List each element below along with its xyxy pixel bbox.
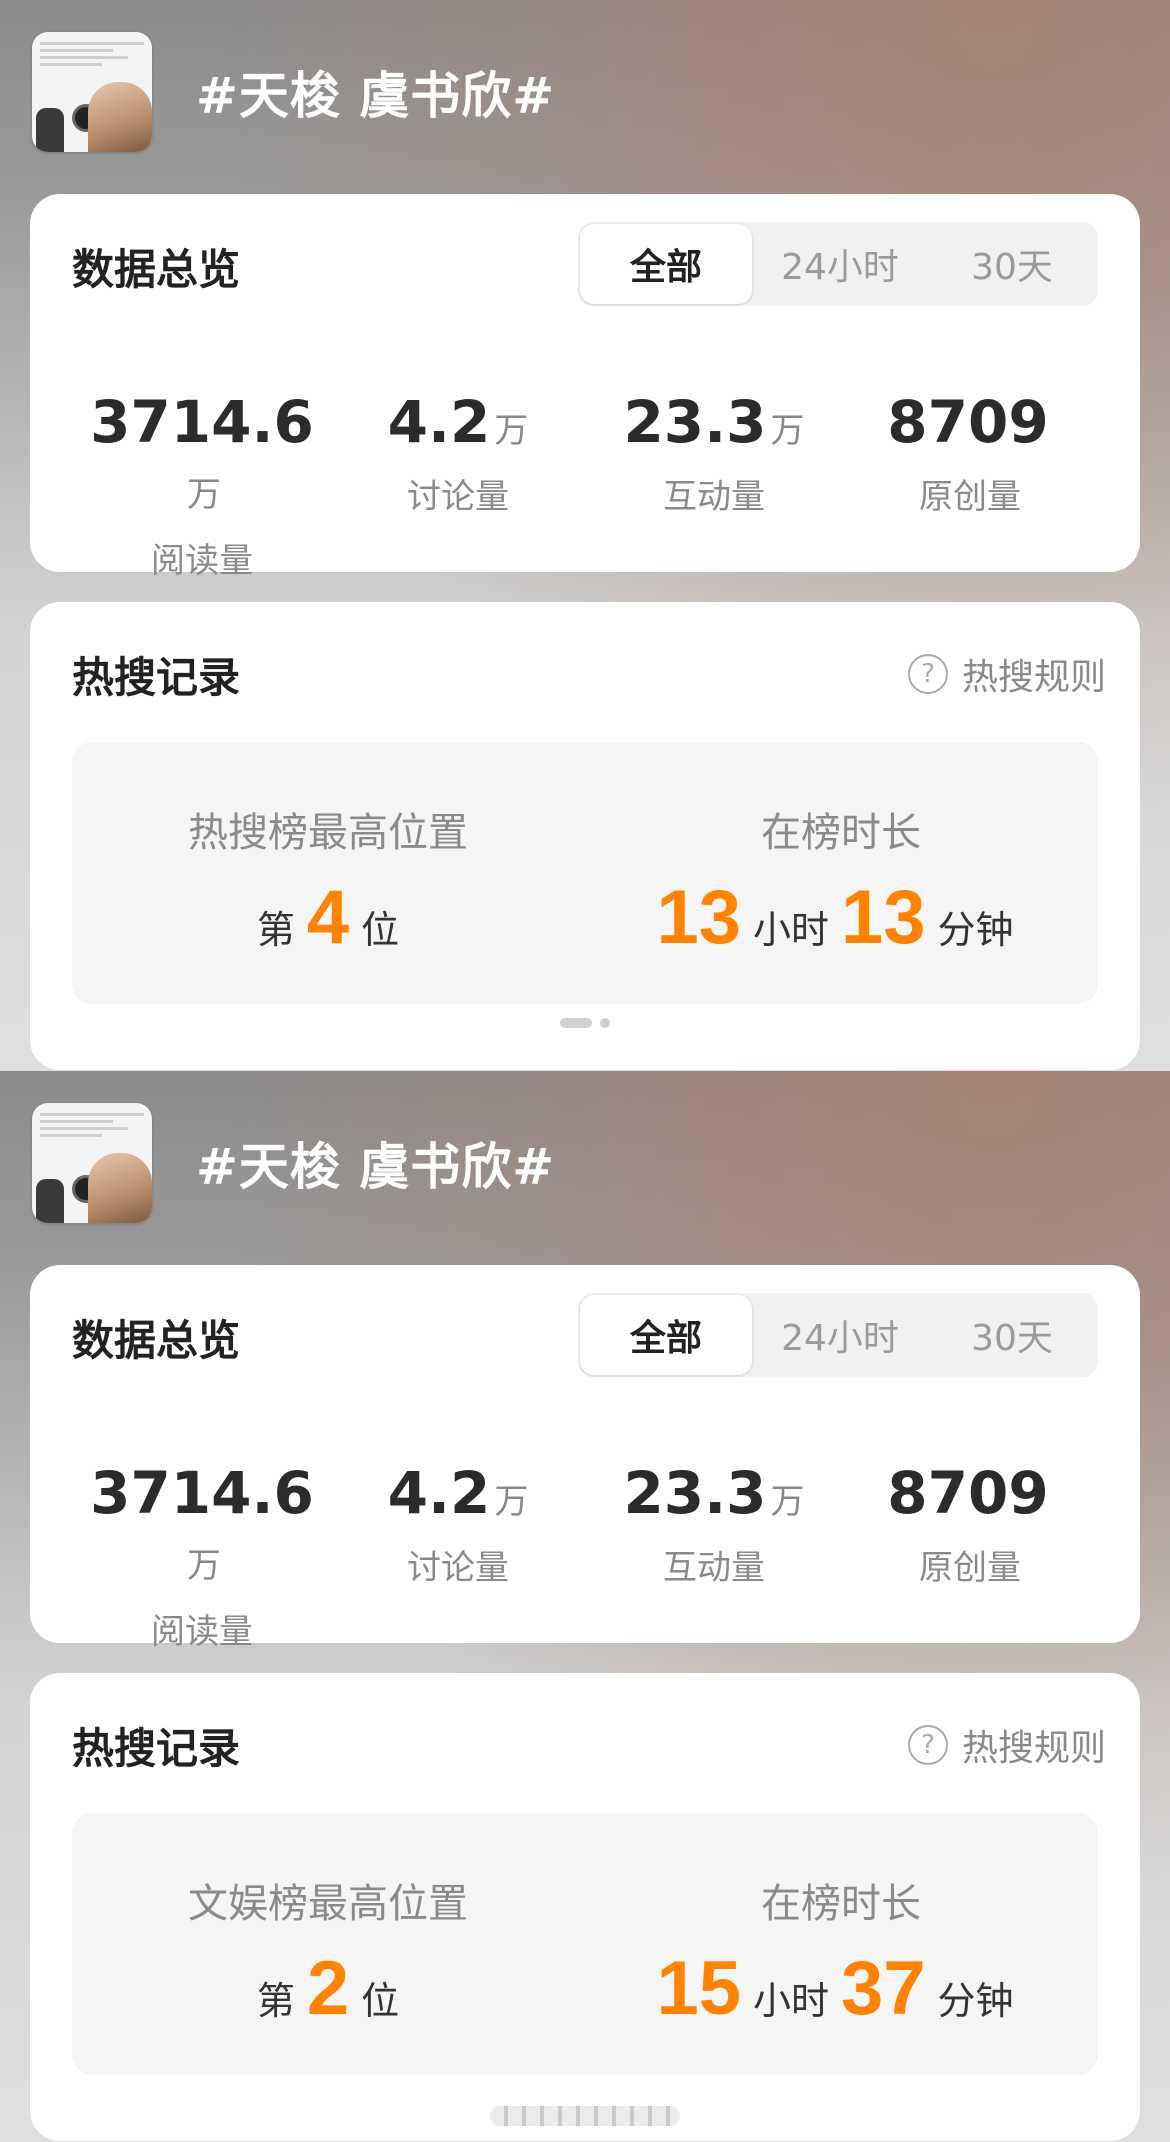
page-dot-active — [560, 1018, 592, 1028]
topic-thumbnail[interactable] — [32, 1103, 152, 1223]
rank-caption: 文娱榜最高位置 — [188, 1881, 468, 1927]
stat-label: 讨论量 — [407, 1548, 509, 1588]
duration-caption: 在榜时长 — [761, 1881, 921, 1927]
rank-column: 热搜榜最高位置 第 4 位 — [72, 742, 584, 958]
question-icon: ? — [907, 654, 948, 694]
hours-value: 15 — [656, 1946, 741, 2031]
tab-24h[interactable]: 24小时 — [754, 222, 926, 306]
tab-30d[interactable]: 30天 — [926, 222, 1098, 306]
stat-interactions: 23.3 万 互动量 — [586, 1461, 842, 1653]
overview-title: 数据总览 — [72, 245, 241, 294]
question-icon: ? — [907, 1725, 948, 1765]
hot-search-title: 热搜记录 — [72, 653, 241, 702]
rank-suffix: 位 — [361, 1979, 400, 2023]
stat-label: 阅读量 — [151, 541, 253, 581]
hours-unit: 小时 — [752, 908, 829, 952]
stats-row: 3714.6万 阅读量 4.2 万 讨论量 23.3 万 互动量 8709 原创量 — [30, 1461, 1140, 1653]
rank-value: 4 — [306, 875, 350, 960]
tab-all[interactable]: 全部 — [580, 224, 752, 304]
rank-value: 2 — [306, 1946, 350, 2031]
stat-reads: 3714.6 万 阅读量 — [74, 390, 330, 582]
topic-title: #天梭 虞书欣# — [196, 1138, 556, 1196]
stat-value: 23.3 — [623, 388, 767, 456]
minutes-value: 13 — [841, 875, 926, 960]
duration-column: 在榜时长 15 小时 37 分钟 — [584, 1813, 1098, 2029]
stat-label: 原创量 — [919, 1548, 1021, 1588]
rank-column: 文娱榜最高位置 第 2 位 — [72, 1813, 584, 2029]
overview-title: 数据总览 — [72, 1316, 241, 1365]
thumbnail-figure — [36, 108, 64, 152]
stat-unit: 万 — [494, 411, 529, 451]
minutes-unit: 分钟 — [937, 908, 1014, 952]
stat-value: 8709 — [887, 388, 1049, 456]
stat-value: 8709 — [887, 1459, 1049, 1527]
rank-caption: 热搜榜最高位置 — [188, 810, 468, 856]
time-range-tabs: 全部 24小时 30天 — [578, 222, 1098, 306]
thumbnail-document — [40, 1109, 144, 1149]
hot-search-box: 文娱榜最高位置 第 2 位 在榜时长 15 小时 37 分钟 — [72, 1813, 1098, 2075]
duration-column: 在榜时长 13 小时 13 分钟 — [584, 742, 1098, 958]
rank-suffix: 位 — [361, 908, 400, 952]
stat-label: 阅读量 — [151, 1612, 253, 1652]
stat-value: 3714.6 — [90, 388, 314, 456]
hours-unit: 小时 — [752, 1979, 829, 2023]
hot-search-card: 热搜记录 ? 热搜规则 热搜榜最高位置 第 4 位 在榜时长 13 小时 13 — [30, 602, 1140, 1070]
hot-search-title: 热搜记录 — [72, 1724, 241, 1773]
stat-unit: 万 — [187, 475, 221, 515]
stat-reads: 3714.6 万 阅读量 — [74, 1461, 330, 1653]
minutes-value: 37 — [841, 1946, 926, 2031]
tab-30d[interactable]: 30天 — [926, 1293, 1098, 1377]
stat-label: 互动量 — [663, 477, 765, 517]
page-dot — [600, 1018, 610, 1028]
hot-search-rules-link[interactable]: ? 热搜规则 — [907, 1719, 1106, 1771]
topic-thumbnail[interactable] — [32, 32, 152, 152]
stat-unit: 万 — [187, 1546, 221, 1586]
topic-panel-1: #天梭 虞书欣# 数据总览 全部 24小时 30天 3714.6 万 阅读量 4.… — [0, 0, 1170, 1071]
topic-panel-2: #天梭 虞书欣# 数据总览 全部 24小时 30天 3714.6 万 阅读量 4.… — [0, 1071, 1170, 2142]
minutes-unit: 分钟 — [937, 1979, 1014, 2023]
rules-label: 热搜规则 — [961, 657, 1106, 698]
stat-label: 讨论量 — [407, 477, 509, 517]
stat-value: 4.2 — [387, 1459, 491, 1527]
hours-value: 13 — [656, 875, 741, 960]
thumbnail-figure — [36, 1179, 64, 1223]
stat-value: 23.3 — [623, 1459, 767, 1527]
stat-unit: 万 — [494, 1482, 529, 1522]
topic-header: #天梭 虞书欣# — [32, 1103, 555, 1223]
thumbnail-person — [88, 1153, 152, 1223]
tab-all[interactable]: 全部 — [580, 1295, 752, 1375]
time-range-tabs: 全部 24小时 30天 — [578, 1293, 1098, 1377]
hot-search-rules-link[interactable]: ? 热搜规则 — [907, 648, 1106, 700]
rules-label: 热搜规则 — [961, 1728, 1106, 1769]
stat-value: 3714.6 — [90, 1459, 314, 1527]
stat-label: 原创量 — [919, 477, 1021, 517]
stat-originals: 8709 原创量 — [842, 390, 1098, 582]
thumbnail-person — [88, 82, 152, 152]
rank-prefix: 第 — [256, 908, 295, 952]
page-indicator — [30, 1018, 1140, 1028]
duration-caption: 在榜时长 — [761, 810, 921, 856]
home-indicator — [490, 2106, 680, 2126]
hot-search-box: 热搜榜最高位置 第 4 位 在榜时长 13 小时 13 分钟 — [72, 742, 1098, 1004]
stat-unit: 万 — [770, 1482, 805, 1522]
stat-label: 互动量 — [663, 1548, 765, 1588]
stat-value: 4.2 — [387, 388, 491, 456]
stat-discussions: 4.2 万 讨论量 — [330, 390, 586, 582]
tab-24h[interactable]: 24小时 — [754, 1293, 926, 1377]
stat-interactions: 23.3 万 互动量 — [586, 390, 842, 582]
rank-prefix: 第 — [256, 1979, 295, 2023]
topic-title: #天梭 虞书欣# — [196, 67, 556, 125]
stat-unit: 万 — [770, 411, 805, 451]
thumbnail-document — [40, 38, 144, 78]
data-overview-card: 数据总览 全部 24小时 30天 3714.6万 阅读量 4.2 万 讨论量 23… — [30, 194, 1140, 581]
hot-search-card: 热搜记录 ? 热搜规则 文娱榜最高位置 第 2 位 在榜时长 15 小时 37 — [30, 1673, 1140, 2141]
stat-originals: 8709 原创量 — [842, 1461, 1098, 1653]
stats-row: 3714.6万 阅读量 4.2 万 讨论量 23.3 万 互动量 8709 原创量 — [30, 390, 1140, 582]
stat-discussions: 4.2 万 讨论量 — [330, 1461, 586, 1653]
data-overview-card: 数据总览 全部 24小时 30天 3714.6万 阅读量 4.2 万 讨论量 23… — [30, 1265, 1140, 1652]
topic-header: #天梭 虞书欣# — [32, 32, 555, 152]
